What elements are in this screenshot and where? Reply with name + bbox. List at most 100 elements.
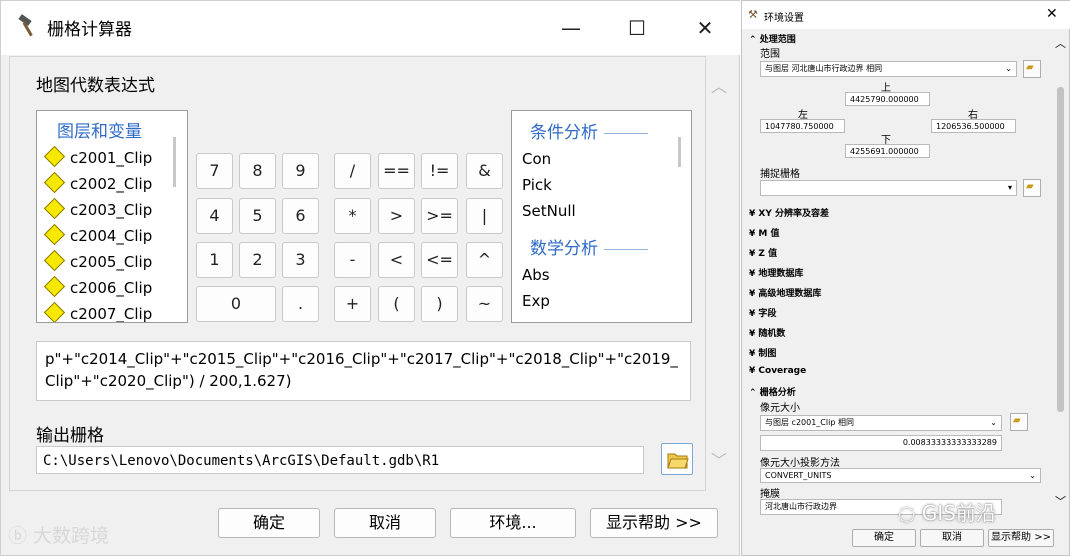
keypad-button[interactable]: ~ — [466, 286, 503, 322]
expand-chevron-icon: ¥ — [749, 209, 759, 219]
expression-input[interactable]: p"+"c2014_Clip"+"c2015_Clip"+"c2016_Clip… — [36, 341, 691, 401]
env-section-collapsed[interactable]: ¥ 制图 — [749, 346, 776, 359]
function-item[interactable]: Con — [522, 150, 551, 168]
env-section-collapsed[interactable]: ¥ XY 分辨率及容差 — [749, 206, 829, 219]
cell-size-select[interactable]: 与图层 c2001_Clip 相同 ⌄ — [760, 415, 1002, 431]
keypad-button[interactable]: . — [282, 286, 319, 322]
cancel-button[interactable]: 取消 — [334, 508, 436, 538]
keypad-button[interactable]: ( — [378, 286, 415, 322]
scroll-up-icon[interactable]: ︿ — [1055, 35, 1066, 51]
keypad-button[interactable]: + — [334, 286, 371, 322]
browse-folder-button[interactable] — [661, 443, 693, 475]
keypad-button[interactable]: 7 — [196, 153, 233, 189]
keypad-button[interactable]: 0 — [196, 286, 276, 322]
keypad-button[interactable]: < — [378, 242, 415, 278]
scroll-up-icon[interactable]: ︿ — [711, 73, 727, 97]
keypad-button[interactable]: 6 — [282, 198, 319, 234]
cell-size-number-input[interactable]: 0.00833333333333289 — [760, 435, 1002, 451]
env-section-collapsed[interactable]: ¥ 高级地理数据库 — [749, 286, 821, 299]
keypad-button[interactable]: 1 — [196, 242, 233, 278]
functions-list[interactable]: 条件分析 Con Pick SetNull 数学分析 Abs Exp — [511, 110, 692, 323]
layer-item-label: c2006_Clip — [70, 279, 153, 297]
layers-list[interactable]: 图层和变量 c2001_Clip c2002_Clip c2003_Clip c200… — [36, 110, 188, 323]
layer-item[interactable]: c2005_Clip — [43, 249, 152, 275]
layer-item-label: c2001_Clip — [70, 149, 153, 167]
functions-scrollbar[interactable] — [678, 137, 681, 167]
env-section-collapsed[interactable]: ¥ 字段 — [749, 306, 776, 319]
keypad-button[interactable]: * — [334, 198, 371, 234]
function-item[interactable]: Exp — [522, 292, 550, 310]
raster-layer-icon — [43, 145, 66, 168]
keypad-button[interactable]: > — [378, 198, 415, 234]
keypad-button[interactable]: ^ — [466, 242, 503, 278]
env-section-collapsed[interactable]: ¥ M 值 — [749, 226, 780, 239]
cell-size-folder-button[interactable]: ▰ — [1010, 413, 1028, 431]
env-close-button[interactable]: ✕ — [1046, 6, 1058, 22]
left-input[interactable]: 1047780.750000 — [760, 119, 845, 133]
section-processing-extent[interactable]: ⌃ 处理范围 — [749, 32, 796, 45]
top-input[interactable]: 4425790.000000 — [845, 92, 930, 106]
keypad-button[interactable]: 2 — [239, 242, 276, 278]
keypad-button[interactable]: | — [466, 198, 503, 234]
keypad-button[interactable]: <= — [421, 242, 458, 278]
keypad-button[interactable]: == — [378, 153, 415, 189]
env-section-collapsed[interactable]: ¥ 随机数 — [749, 326, 785, 339]
minimize-button[interactable]: — — [551, 13, 591, 43]
keypad-button[interactable]: != — [421, 153, 458, 189]
scroll-down-icon[interactable]: ﹀ — [1055, 493, 1066, 509]
env-title-bar: ⚒ 环境设置 ✕ — [742, 1, 1070, 29]
maximize-button[interactable]: ☐ — [617, 13, 657, 43]
env-section-collapsed[interactable]: ¥ 地理数据库 — [749, 266, 803, 279]
env-help-button[interactable]: 显示帮助 >> — [988, 529, 1054, 547]
keypad-button[interactable]: / — [334, 153, 371, 189]
show-help-button[interactable]: 显示帮助 >> — [590, 508, 718, 538]
snap-folder-button[interactable]: ▰ — [1023, 179, 1041, 197]
layer-item[interactable]: c2001_Clip — [43, 145, 152, 171]
keypad-button[interactable]: 8 — [239, 153, 276, 189]
env-window-title: 环境设置 — [764, 13, 804, 24]
snap-raster-select[interactable]: ▾ — [760, 180, 1017, 196]
layer-item[interactable]: c2007_Clip — [43, 301, 152, 322]
snap-raster-label: 捕捉栅格 — [760, 169, 800, 180]
window-title: 栅格计算器 — [47, 20, 132, 40]
open-folder-icon: ▰ — [1026, 181, 1034, 192]
open-folder-icon: ▰ — [1026, 62, 1034, 73]
env-section-collapsed[interactable]: ¥ Coverage — [749, 366, 806, 376]
keypad-button[interactable]: 4 — [196, 198, 233, 234]
extent-select[interactable]: 与图层 河北唐山市行政边界 相同 ⌄ — [760, 61, 1017, 77]
ok-button[interactable]: 确定 — [218, 508, 320, 538]
env-cancel-button[interactable]: 取消 — [920, 529, 984, 547]
raster-layer-icon — [43, 223, 66, 246]
section-raster-analysis[interactable]: ⌃ 栅格分析 — [749, 385, 796, 398]
scroll-down-icon[interactable]: ﹀ — [711, 447, 727, 471]
keypad-button[interactable]: 9 — [282, 153, 319, 189]
layer-item[interactable]: c2004_Clip — [43, 223, 152, 249]
env-ok-button[interactable]: 确定 — [852, 529, 916, 547]
keypad-button[interactable]: >= — [421, 198, 458, 234]
env-scrollbar[interactable]: ︿ ﹀ — [1053, 29, 1068, 519]
projection-method-select[interactable]: CONVERT_UNITS ⌄ — [760, 468, 1041, 483]
function-item[interactable]: Abs — [522, 266, 550, 284]
keypad-button[interactable]: ) — [421, 286, 458, 322]
function-item[interactable]: Pick — [522, 176, 552, 194]
layers-scrollbar[interactable] — [173, 137, 176, 187]
keypad-button[interactable]: 3 — [282, 242, 319, 278]
environments-button[interactable]: 环境... — [450, 508, 576, 538]
extent-folder-button[interactable]: ▰ — [1023, 60, 1041, 78]
env-section-collapsed[interactable]: ¥ Z 值 — [749, 246, 777, 259]
keypad-button[interactable]: 5 — [239, 198, 276, 234]
bottom-input[interactable]: 4255691.000000 — [845, 144, 930, 158]
right-input[interactable]: 1206536.500000 — [931, 119, 1016, 133]
layer-item[interactable]: c2006_Clip — [43, 275, 152, 301]
extent-label: 范围 — [760, 49, 780, 60]
layer-item[interactable]: c2002_Clip — [43, 171, 152, 197]
function-item[interactable]: SetNull — [522, 202, 576, 220]
keypad-button[interactable]: & — [466, 153, 503, 189]
env-scroll-thumb[interactable] — [1057, 87, 1064, 412]
map-algebra-label: 地图代数表达式 — [36, 76, 155, 96]
keypad-button[interactable]: - — [334, 242, 371, 278]
close-button[interactable]: ✕ — [685, 13, 725, 43]
hammer-icon — [15, 13, 41, 39]
layer-item[interactable]: c2003_Clip — [43, 197, 152, 223]
output-raster-input[interactable]: C:\Users\Lenovo\Documents\ArcGIS\Default… — [36, 446, 644, 474]
